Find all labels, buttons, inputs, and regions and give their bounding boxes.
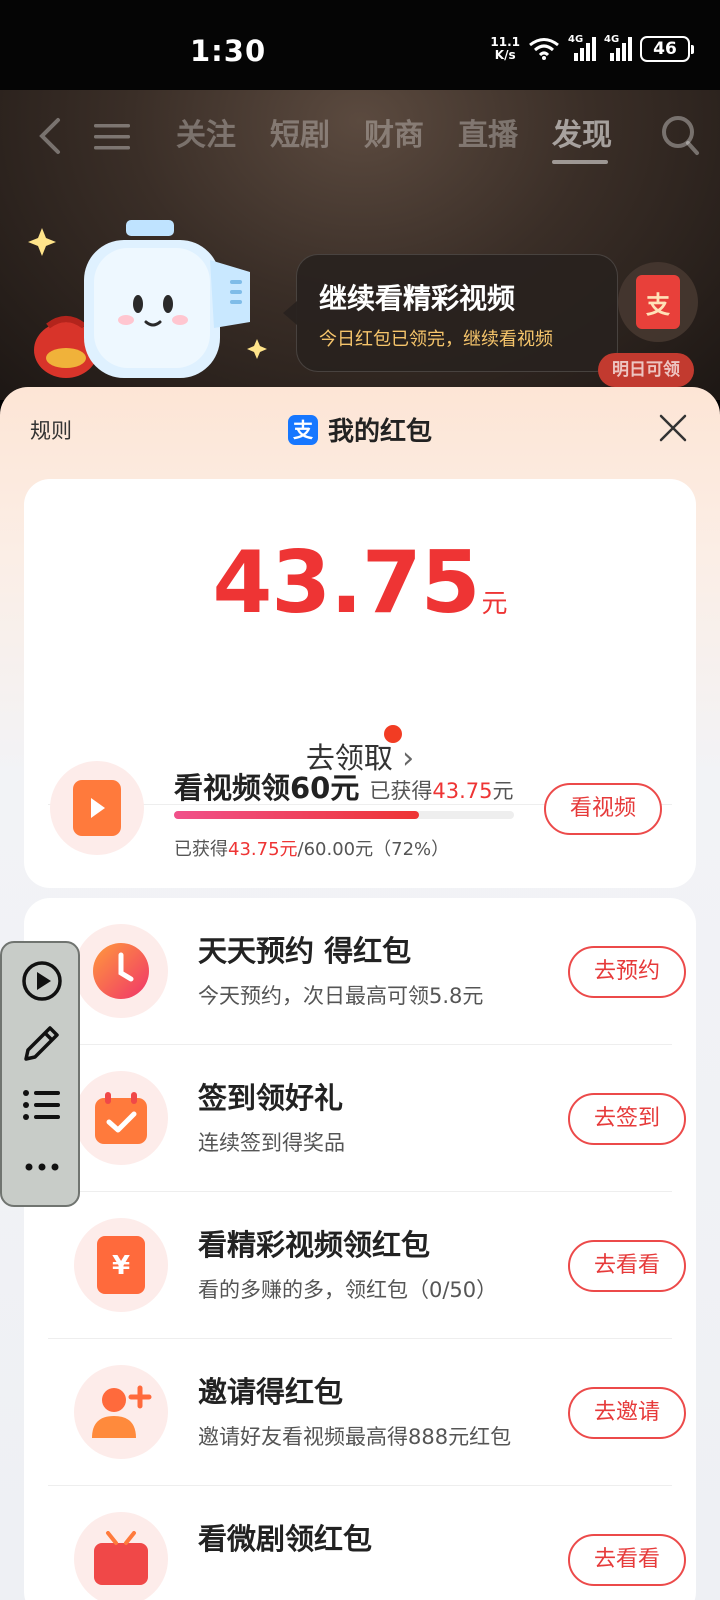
- watch-more-button[interactable]: 去看看: [568, 1240, 686, 1292]
- red-envelope-sheet: 规则 支 我的红包 43.75元 去领取 › 看视频领60元 已获得43.75元…: [0, 387, 720, 1600]
- video-task-progress-text: 已获得43.75元/60.00元（72%）: [174, 839, 450, 860]
- network-speed: 11.1 K/s: [490, 35, 520, 62]
- mascot-illustration: [28, 220, 267, 378]
- task-subtitle: 连续签到得奖品: [198, 1131, 345, 1155]
- search-icon[interactable]: [660, 114, 700, 158]
- task-title: 邀请得红包: [198, 1375, 344, 1409]
- task-subtitle: 今天预约，次日最高可领5.8元: [198, 984, 484, 1008]
- sheet-title-text: 我的红包: [328, 417, 433, 447]
- task-title: 天天预约 得红包: [198, 934, 412, 968]
- side-red-envelope[interactable]: 支: [618, 262, 698, 342]
- tab-follow[interactable]: 关注: [176, 110, 270, 154]
- close-icon[interactable]: [656, 411, 690, 445]
- reserve-button[interactable]: 去预约: [568, 946, 686, 998]
- battery-icon: 46: [640, 36, 694, 62]
- amount-unit: 元: [481, 589, 508, 619]
- sheet-header: 规则 支 我的红包: [0, 387, 720, 471]
- sheet-title: 支 我的红包: [288, 411, 432, 448]
- amount-value: 43.75: [212, 533, 480, 633]
- more-icon[interactable]: [20, 1145, 64, 1189]
- top-nav: 关注 短剧 财商 直播 发现: [0, 110, 720, 170]
- video-task-icon-wrap: [50, 761, 144, 855]
- status-time: 1:30: [190, 34, 267, 68]
- back-icon[interactable]: [36, 116, 62, 156]
- task-title: 看精彩视频领红包: [198, 1228, 431, 1262]
- video-task-title: 看视频领60元 已获得43.75元: [174, 771, 514, 805]
- status-icons: 11.1 K/s 4G 4G 46: [490, 34, 694, 62]
- tab-short-drama[interactable]: 短剧: [270, 110, 364, 154]
- task-icon-wrap: ¥: [74, 1218, 168, 1312]
- menu-icon[interactable]: [94, 122, 130, 152]
- floating-toolbar[interactable]: [0, 941, 80, 1207]
- tab-finance[interactable]: 财商: [364, 110, 458, 154]
- watch-drama-button[interactable]: 去看看: [568, 1534, 686, 1586]
- calendar-check-icon: [95, 1092, 147, 1144]
- list-icon[interactable]: [20, 1083, 64, 1127]
- cellular-signal-icon: 4G: [604, 34, 632, 61]
- clock-icon: [93, 943, 149, 999]
- tab-discover[interactable]: 发现: [552, 110, 646, 164]
- continue-watching-bubble[interactable]: 继续看精彩视频 今日红包已领完，继续看视频: [283, 254, 618, 372]
- play-video-icon: [73, 780, 121, 836]
- invite-button[interactable]: 去邀请: [568, 1387, 686, 1439]
- watch-video-task: 看视频领60元 已获得43.75元 已获得43.75元/60.00元（72%） 看…: [24, 735, 662, 881]
- rules-link[interactable]: 规则: [30, 415, 72, 445]
- pencil-icon[interactable]: [20, 1021, 64, 1065]
- task-title: 签到领好礼: [198, 1081, 344, 1115]
- wifi-icon: [529, 38, 559, 60]
- task-icon-wrap: [74, 1071, 168, 1165]
- task-icon-wrap: [74, 1512, 168, 1600]
- checkin-button[interactable]: 去签到: [568, 1093, 686, 1145]
- task-invite: 邀请得红包 邀请好友看视频最高得888元红包 去邀请: [48, 1339, 686, 1485]
- progress-fill: [174, 811, 419, 819]
- task-subtitle: 邀请好友看视频最高得888元红包: [198, 1425, 512, 1449]
- task-watch-videos: ¥ 看精彩视频领红包 看的多赚的多，领红包（0/50） 去看看: [48, 1192, 686, 1338]
- bubble-title: 继续看精彩视频: [319, 282, 516, 315]
- balance-amount: 43.75元: [24, 533, 696, 633]
- yuan-envelope-icon: ¥: [97, 1236, 145, 1294]
- watch-video-button[interactable]: 看视频: [544, 783, 662, 835]
- tab-live[interactable]: 直播: [458, 110, 552, 154]
- task-icon-wrap: [74, 1365, 168, 1459]
- status-bar: 1:30 11.1 K/s 4G 4G 46: [0, 0, 720, 90]
- task-title: 看微剧领红包: [198, 1522, 373, 1556]
- video-task-progress-bar: [174, 811, 514, 819]
- task-checkin: 签到领好礼 连续签到得奖品 去签到: [48, 1045, 686, 1191]
- task-reserve: 天天预约 得红包 今天预约，次日最高可领5.8元 去预约: [48, 898, 686, 1044]
- play-circle-icon[interactable]: [20, 959, 64, 1003]
- red-envelope-icon: 支: [636, 275, 680, 329]
- invite-user-icon: [92, 1385, 152, 1438]
- task-list-card: 天天预约 得红包 今天预约，次日最高可领5.8元 去预约 签到领好礼 连续签到得…: [24, 898, 696, 1600]
- tomorrow-available-tag: 明日可领: [598, 353, 694, 387]
- nav-tabs: 关注 短剧 财商 直播 发现: [176, 110, 646, 164]
- cellular-signal-icon: 4G: [568, 34, 596, 61]
- tv-icon: [94, 1531, 148, 1585]
- task-micro-drama: 看微剧领红包 去看看: [48, 1486, 686, 1600]
- bubble-subtitle: 今日红包已领完，继续看视频: [319, 329, 553, 350]
- alipay-icon: 支: [288, 414, 318, 445]
- task-subtitle: 看的多赚的多，领红包（0/50）: [198, 1278, 498, 1302]
- svg-text:¥: ¥: [112, 1251, 130, 1281]
- task-icon-wrap: [74, 924, 168, 1018]
